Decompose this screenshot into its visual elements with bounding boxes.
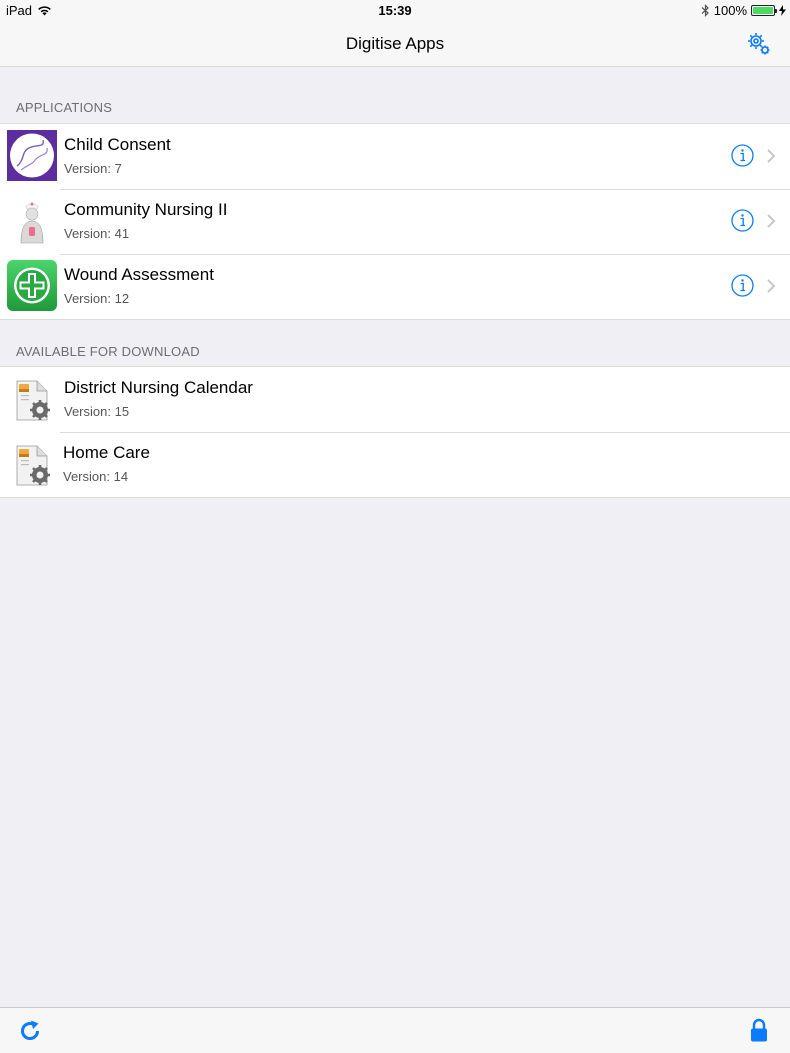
info-icon[interactable] [731,144,754,167]
charging-icon [779,5,786,16]
item-version: Version: 12 [64,291,130,306]
list-item[interactable]: Child Consent Version: 7 [0,124,790,189]
item-version: Version: 15 [64,404,130,419]
medical-cross-icon [7,260,57,311]
item-title: Child Consent [64,135,171,154]
lock-icon[interactable] [750,1018,768,1042]
item-version: Version: 41 [64,226,130,241]
applications-list: Child Consent Version: 7 Community Nursi… [0,123,790,320]
app-package-icon [16,445,50,486]
status-time: 15:39 [378,3,412,18]
item-version: Version: 7 [64,161,122,176]
download-list: District Nursing Calendar Version: 15 Ho… [0,366,790,498]
list-item[interactable]: Home Care Version: 14 [0,432,790,497]
nurse-icon [20,202,44,244]
bottom-toolbar [0,1007,790,1053]
section-header-applications: APPLICATIONS [16,100,113,115]
info-icon[interactable] [731,274,754,297]
info-icon[interactable] [731,209,754,232]
battery-icon [751,5,777,16]
status-right: 100% [701,3,786,18]
list-item[interactable]: District Nursing Calendar Version: 15 [0,367,790,432]
settings-gear-icon[interactable] [746,31,772,57]
refresh-icon[interactable] [18,1019,42,1043]
section-header-download: AVAILABLE FOR DOWNLOAD [16,344,200,359]
chevron-right-icon [767,149,776,163]
navigation-bar: Digitise Apps [0,22,790,67]
list-item[interactable]: Wound Assessment Version: 12 [0,254,790,319]
chevron-right-icon [767,279,776,293]
chevron-right-icon [767,214,776,228]
nav-title: Digitise Apps [345,34,445,53]
item-title: Wound Assessment [64,265,214,284]
item-title: Home Care [63,443,150,462]
status-bar: iPad 15:39 100% [0,0,790,22]
list-item[interactable]: Community Nursing II Version: 41 [0,189,790,254]
battery-fill [753,7,773,14]
bluetooth-icon [701,4,709,17]
item-version: Version: 14 [63,469,129,484]
child-consent-icon [7,130,57,181]
item-title: Community Nursing II [64,200,228,219]
app-package-icon [16,380,50,421]
item-title: District Nursing Calendar [64,378,253,397]
battery-percent: 100% [713,3,747,18]
